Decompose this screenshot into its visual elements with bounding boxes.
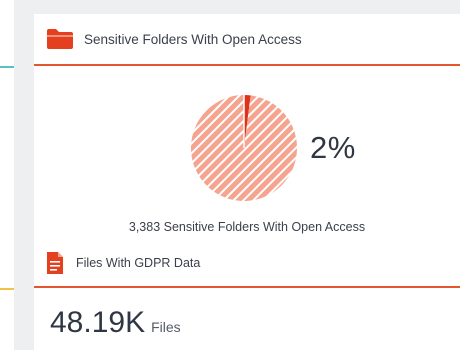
open-access-percentage: 2%	[310, 130, 356, 165]
left-panel-accent-teal	[0, 66, 14, 68]
gdpr-card-header: Files With GDPR Data	[34, 240, 460, 288]
panel-gutter	[14, 0, 34, 350]
gdpr-card-title: Files With GDPR Data	[76, 256, 201, 270]
gdpr-file-unit: Files	[151, 319, 181, 335]
left-panel-accent-yellow	[0, 288, 14, 290]
open-access-pie-chart[interactable]	[190, 94, 298, 202]
open-access-card[interactable]: Sensitive Folders With Open Access 2% 3,…	[34, 14, 460, 240]
left-panel-edge	[0, 0, 14, 350]
folder-icon	[47, 29, 73, 49]
pie-chart-svg	[191, 95, 297, 201]
gdpr-file-count: 48.19K	[50, 306, 146, 339]
open-access-card-header: Sensitive Folders With Open Access	[34, 14, 460, 66]
open-access-caption[interactable]: 3,383 Sensitive Folders With Open Access	[34, 220, 460, 240]
gdpr-files-card[interactable]: Files With GDPR Data 48.19K Files	[34, 240, 460, 350]
open-access-card-title: Sensitive Folders With Open Access	[84, 31, 302, 47]
document-icon	[47, 252, 63, 274]
gdpr-stat[interactable]: 48.19K Files	[50, 306, 181, 340]
